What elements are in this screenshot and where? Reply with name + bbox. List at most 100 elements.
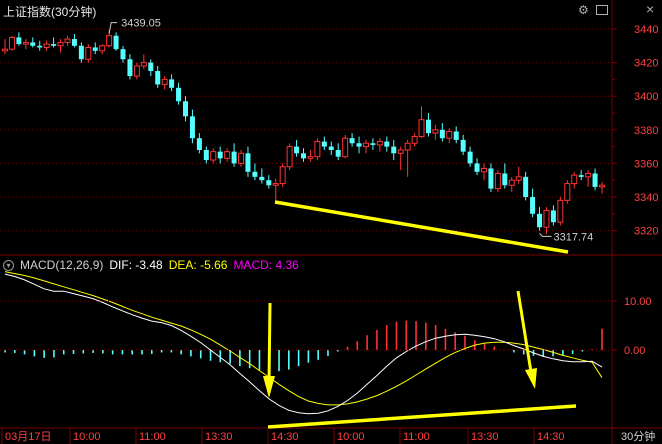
candle-down xyxy=(592,173,598,187)
candle-down xyxy=(148,62,154,71)
period-label: 30分钟 xyxy=(621,429,655,443)
time-label: 14:30 xyxy=(537,431,565,443)
divergence-arrow-right xyxy=(516,290,537,389)
candle-down xyxy=(467,151,473,164)
candle-up xyxy=(543,209,550,228)
grid-lines xyxy=(0,28,612,232)
macd-tick-label: 0.00 xyxy=(624,345,645,357)
candle-down xyxy=(460,139,466,152)
candle-down xyxy=(453,131,459,140)
price-tick-label: 3380 xyxy=(634,125,658,137)
candle-up xyxy=(376,141,383,146)
dif-line xyxy=(4,273,603,415)
candle-down xyxy=(391,146,397,154)
high-price-label: 3439.05 xyxy=(121,18,161,30)
indicator-menu-icon[interactable]: ▾ xyxy=(3,259,14,271)
candle-up xyxy=(2,48,8,52)
candle-down xyxy=(155,71,161,85)
price-tick-label: 3400 xyxy=(634,91,658,103)
time-label: 03月17日 xyxy=(5,431,51,443)
time-label: 10:00 xyxy=(337,431,365,443)
price-tick-label: 3420 xyxy=(634,58,658,70)
time-label: 11:00 xyxy=(403,431,430,443)
candle-down xyxy=(335,149,341,157)
candle-up xyxy=(22,41,29,45)
candle-down xyxy=(51,44,57,46)
macd-header: ▾ MACD(12,26,9) DIF: -3.48 DEA: -5.66 MA… xyxy=(3,258,299,272)
dif-value: DIF: -3.48 xyxy=(109,258,163,272)
macd-axis: 10.00 0.00 xyxy=(0,296,652,357)
candle-down xyxy=(294,146,300,154)
candle-up xyxy=(515,176,522,181)
settings-gear-icon[interactable]: ⚙ xyxy=(578,4,590,16)
candle-down xyxy=(203,149,209,161)
price-tick-label: 3340 xyxy=(634,192,658,204)
candle-down xyxy=(16,37,22,45)
candle-up xyxy=(585,172,592,178)
candle-up xyxy=(411,136,418,144)
candle-down xyxy=(113,35,119,50)
candle-up xyxy=(571,174,578,185)
candle-down xyxy=(301,153,306,159)
candle-down xyxy=(578,175,584,177)
candle-down xyxy=(169,79,175,88)
dea-line xyxy=(4,271,603,406)
candle-up xyxy=(99,45,106,52)
low-callout-line xyxy=(539,233,552,237)
window-close-icon[interactable]: × xyxy=(646,2,654,16)
candle-down xyxy=(182,101,188,117)
candle-down xyxy=(550,210,556,223)
candle-down xyxy=(328,146,334,150)
time-label: 11:00 xyxy=(139,431,166,443)
candle-up xyxy=(133,65,140,77)
price-axis: 3440 3420 3400 3380 3360 3340 3320 xyxy=(612,24,658,238)
candle-up xyxy=(161,78,168,85)
candle-down xyxy=(370,143,376,145)
candle-up xyxy=(432,129,439,134)
candle-down xyxy=(217,151,223,159)
candle-down xyxy=(120,49,126,60)
macd-trendline xyxy=(267,404,577,429)
candle-up xyxy=(238,152,245,164)
candle-down xyxy=(321,141,327,147)
candle-up xyxy=(404,142,411,151)
candle-down xyxy=(523,176,529,197)
candle-up xyxy=(8,36,15,50)
time-label: 10:00 xyxy=(73,431,101,443)
dea-value: DEA: -5.66 xyxy=(168,258,228,272)
candle-up xyxy=(85,46,92,60)
candlestick-series xyxy=(2,30,605,234)
candle-up xyxy=(140,62,147,67)
candle-down xyxy=(384,141,390,147)
candle-down xyxy=(189,116,195,139)
candle-up xyxy=(480,167,487,173)
macd-value: MACD: 4.36 xyxy=(233,258,299,272)
time-label: 13:30 xyxy=(205,431,233,443)
candle-down xyxy=(30,42,36,46)
candle-down xyxy=(439,129,445,139)
candle-down xyxy=(488,168,494,189)
macd-histogram xyxy=(4,320,603,372)
candle-down xyxy=(127,59,133,77)
candle-down xyxy=(530,197,536,214)
candle-down xyxy=(245,153,251,172)
candle-up xyxy=(286,146,293,168)
chart-title: 上证指数(30分钟) xyxy=(3,5,97,19)
macd-tick-label: 10.00 xyxy=(624,296,652,308)
candle-up xyxy=(446,130,453,139)
low-price-label: 3317.74 xyxy=(554,231,594,243)
candle-down xyxy=(266,180,272,186)
candle-up xyxy=(397,149,404,154)
candle-down xyxy=(474,163,480,172)
candle-down xyxy=(78,45,84,60)
candle-down xyxy=(425,119,431,134)
candle-up xyxy=(307,156,314,159)
candle-up xyxy=(362,142,369,148)
macd-label: MACD(12,26,9) xyxy=(20,258,104,272)
candle-down xyxy=(349,138,355,144)
candle-up xyxy=(279,166,286,185)
candle-down xyxy=(259,176,265,181)
window-restore-icon[interactable] xyxy=(596,5,608,15)
candle-up xyxy=(224,151,231,159)
candle-up xyxy=(314,141,321,158)
